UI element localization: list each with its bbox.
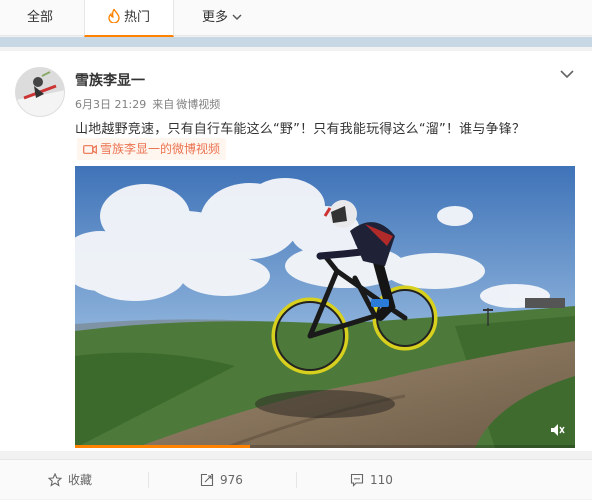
tab-more[interactable]: 更多 [182,0,262,36]
comment-count: 110 [370,473,393,487]
video-frame [75,166,575,448]
tab-hot[interactable]: 热门 [84,0,174,37]
divider [148,472,149,488]
video-progress-bar[interactable] [75,445,575,448]
tab-more-label: 更多 [201,10,228,25]
tab-all-label: 全部 [26,10,53,25]
post-source[interactable]: 微博视频 [176,98,220,111]
star-icon [47,472,63,487]
video-link[interactable]: 雪族李显一的微博视频 [77,138,227,160]
comment-icon [350,473,364,487]
video-icon [83,144,97,155]
post-date[interactable]: 6月3日 21:29 [75,98,146,111]
post-text: 山地越野竞速，只有自行车能这么“野”！只有我能玩得这么“溜”！谁与争锋？ [75,122,526,137]
chevron-down-icon[interactable] [560,69,574,79]
divider [296,472,297,488]
tab-all[interactable]: 全部 [0,0,80,36]
author-name[interactable]: 雪族李显一 [75,70,145,90]
tab-hot-label: 热门 [123,10,150,25]
chevron-down-icon [232,14,242,20]
video-link-label: 雪族李显一的微博视频 [100,142,221,156]
mute-icon[interactable] [549,422,565,438]
divider-bar [0,37,592,47]
favorite-label: 收藏 [68,473,93,487]
avatar-image [16,68,64,116]
source-prefix: 来自 [152,98,175,111]
action-bar: 收藏 976 110 [0,459,592,499]
repost-button[interactable]: 976 [200,460,243,500]
favorite-button[interactable]: 收藏 [47,460,93,500]
repost-icon [200,473,214,487]
post-meta: 6月3日 21:29 来自 微博视频 [75,96,226,112]
comment-button[interactable]: 110 [350,460,393,500]
top-tab-bar: 全部 热门 更多 [0,0,592,37]
fire-icon [108,9,120,23]
video-player[interactable] [75,166,575,448]
avatar[interactable] [15,67,65,117]
video-progress-fill [75,445,250,448]
post-card: 雪族李显一 6月3日 21:29 来自 微博视频 山地越野竞速，只有自行车能这么“野… [0,51,592,451]
repost-count: 976 [220,473,243,487]
